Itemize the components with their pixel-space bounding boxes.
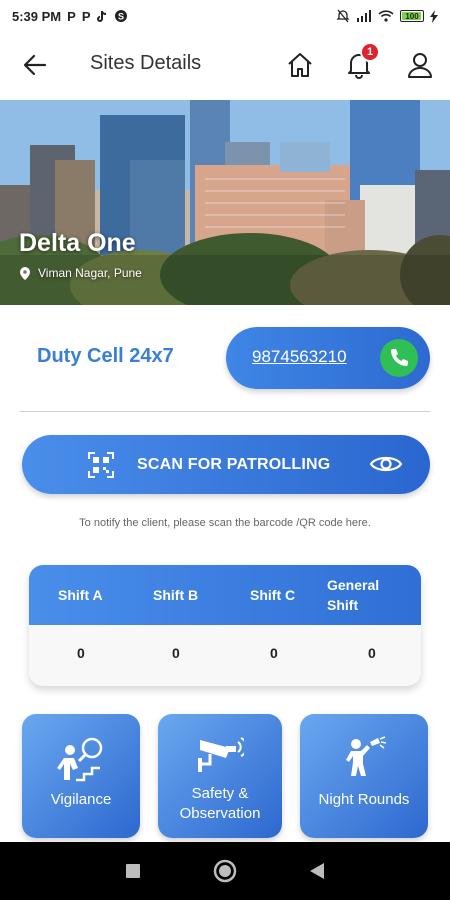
shift-value-general: 0 — [368, 645, 376, 661]
battery-level: 100 — [405, 11, 419, 21]
skype-icon: S — [114, 9, 128, 23]
section-divider — [20, 411, 430, 412]
night-rounds-tile[interactable]: Night Rounds — [300, 714, 428, 838]
page-title: Sites Details — [90, 52, 202, 74]
square-icon — [126, 864, 140, 878]
shift-table-header: Shift A Shift B Shift C General Shift — [29, 565, 421, 625]
circle-icon — [213, 859, 237, 883]
mute-icon — [336, 9, 350, 23]
tiktok-icon — [96, 10, 108, 23]
phone-icon — [391, 349, 408, 366]
cctv-icon — [198, 737, 244, 772]
duty-phone-button[interactable]: 9874563210 — [226, 327, 430, 389]
p-icon: P — [81, 8, 91, 24]
shift-summary-table: Shift A Shift B Shift C General Shift 0 … — [29, 565, 421, 686]
battery-icon: 100 — [400, 10, 424, 22]
call-button[interactable] — [380, 339, 418, 377]
shift-value-c: 0 — [270, 645, 278, 661]
duty-phone-number[interactable]: 9874563210 — [252, 347, 347, 367]
shift-header-a: Shift A — [58, 587, 103, 603]
charging-icon — [430, 9, 438, 23]
night-rounds-label: Night Rounds — [318, 791, 410, 808]
status-left: 5:39 PM P P S — [12, 9, 128, 24]
signal-icon — [356, 10, 372, 22]
vigilance-tile[interactable]: Vigilance — [22, 714, 140, 838]
site-name: Delta One — [19, 229, 136, 257]
user-icon — [408, 53, 432, 78]
status-right: 100 — [336, 9, 438, 23]
wifi-icon — [378, 10, 394, 22]
back-nav-button[interactable] — [305, 859, 329, 883]
site-location: Viman Nagar, Pune — [20, 266, 142, 280]
triangle-back-icon — [310, 863, 324, 879]
shift-value-a: 0 — [77, 645, 85, 661]
scan-for-patrolling-button[interactable]: SCAN FOR PATROLLING — [22, 435, 430, 494]
p-icon: P — [67, 8, 76, 24]
shift-header-c: Shift C — [250, 587, 296, 603]
back-button[interactable] — [20, 50, 50, 80]
shift-value-b: 0 — [172, 645, 180, 661]
flashlight-guard-icon — [346, 736, 386, 776]
vigilance-label: Vigilance — [50, 791, 112, 808]
svg-text:S: S — [118, 12, 124, 22]
shift-header-general: General Shift — [327, 577, 380, 613]
duty-cell-label: Duty Cell 24x7 — [37, 345, 174, 367]
arrow-left-icon — [23, 54, 47, 76]
qr-code-icon — [88, 452, 114, 478]
scan-hint-text: To notify the client, please scan the ba… — [79, 517, 371, 529]
app-header: Sites Details 1 — [0, 32, 450, 98]
home-icon — [288, 53, 312, 77]
home-nav-button[interactable] — [213, 859, 237, 883]
system-navigation-bar — [0, 842, 450, 900]
profile-button[interactable] — [403, 48, 437, 82]
notification-count-badge: 1 — [360, 42, 380, 62]
status-bar: 5:39 PM P P S 100 — [0, 0, 450, 32]
home-button[interactable] — [283, 48, 317, 82]
site-location-text: Viman Nagar, Pune — [38, 266, 142, 280]
safety-observation-label: Safety & Observation — [179, 785, 261, 822]
status-time: 5:39 PM — [12, 8, 62, 24]
recents-button[interactable] — [121, 859, 145, 883]
vigilance-icon — [57, 737, 103, 782]
location-pin-icon — [20, 266, 30, 280]
shift-header-b: Shift B — [153, 587, 199, 603]
notifications-button[interactable]: 1 — [342, 42, 380, 82]
scan-button-label: SCAN FOR PATROLLING — [137, 456, 331, 473]
safety-observation-tile[interactable]: Safety & Observation — [158, 714, 282, 838]
eye-icon[interactable] — [370, 453, 402, 475]
